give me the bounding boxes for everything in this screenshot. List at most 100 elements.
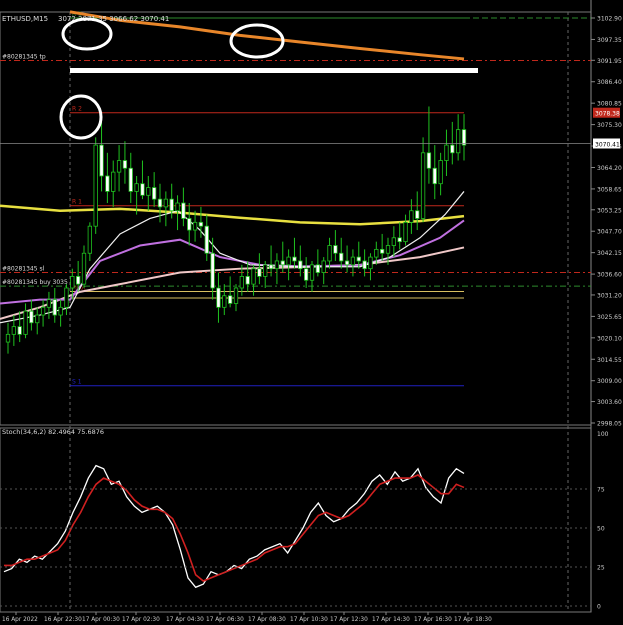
time-tick-label: 17 Apr 00:30: [82, 617, 120, 623]
osc-tick-label: 75: [597, 487, 605, 494]
candle-body: [292, 256, 297, 262]
candle-body: [70, 276, 75, 289]
candle-body: [40, 306, 46, 316]
candle-body: [438, 160, 443, 185]
oscillator-title: Stoch(34,6,2) 82.4964 75.6876: [2, 428, 104, 436]
level-label: #80281345 tp: [2, 53, 46, 60]
main-price-panel[interactable]: [0, 11, 592, 426]
candle-body: [192, 221, 198, 231]
candle-body: [23, 310, 28, 335]
price-tick-label: 3075.30: [597, 122, 622, 129]
candle-body: [140, 183, 145, 196]
candle-body: [222, 295, 227, 308]
current-price-label: 3070.41: [595, 141, 620, 148]
candle-body: [198, 221, 204, 227]
candle-body: [17, 326, 22, 335]
candle-body: [175, 202, 180, 212]
price-tick-label: 3020.10: [597, 335, 622, 342]
candle-body: [263, 264, 268, 277]
candle-body: [350, 256, 356, 266]
price-tick-label: 3064.20: [597, 165, 622, 172]
candle-body: [379, 248, 385, 254]
time-tick-label: 16 Apr 2022: [2, 617, 38, 623]
candle-body: [227, 295, 233, 304]
price-tick-label: 3025.65: [597, 314, 622, 321]
time-tick-label: 17 Apr 02:30: [122, 617, 160, 623]
candle-body: [81, 252, 87, 285]
price-tick-label: 3091.95: [597, 58, 622, 65]
candle-body: [146, 187, 151, 196]
candle-body: [210, 252, 215, 289]
candle-body: [233, 287, 239, 304]
time-tick-label: 17 Apr 10:30: [290, 617, 328, 623]
price-tick-label: 3047.70: [597, 229, 622, 236]
price-tick-label: 3031.20: [597, 292, 622, 299]
candle-body: [216, 287, 221, 308]
time-tick-label: 16 Apr 22:30: [44, 617, 82, 623]
trading-chart[interactable]: R 3R 2R 1S 1#80281345 tp#80281345 sl#802…: [0, 0, 623, 625]
price-tick-label: 3086.40: [597, 79, 622, 86]
candle-body: [403, 221, 408, 243]
candle-body: [344, 260, 350, 266]
candle-body: [315, 264, 321, 273]
level-label: R 2: [72, 106, 82, 113]
candle-body: [169, 198, 174, 212]
candle-body: [99, 144, 104, 177]
candle-body: [35, 314, 40, 324]
highlight-bar: [70, 68, 478, 73]
price-tick-label: 3036.60: [597, 272, 622, 279]
candle-body: [245, 276, 250, 285]
candle-body: [181, 202, 186, 219]
time-tick-label: 17 Apr 16:30: [414, 617, 452, 623]
time-tick-label: 17 Apr 06:30: [206, 617, 244, 623]
price-tick-label: 3058.65: [597, 186, 622, 193]
candle-body: [187, 218, 192, 231]
candle-body: [298, 260, 303, 270]
candle-body: [5, 333, 11, 343]
candle-body: [239, 276, 244, 289]
candle-body: [432, 167, 437, 185]
candle-body: [333, 245, 338, 254]
level-label: #80281345 sl: [2, 266, 45, 273]
candle-body: [151, 187, 157, 200]
symbol-label: ETHUSD,M15: [2, 15, 48, 23]
price-tick-label: 3009.00: [597, 378, 622, 385]
candle-body: [11, 326, 17, 335]
candle-body: [461, 129, 467, 146]
price-tick-label: 3080.85: [597, 101, 622, 108]
oscillator-panel[interactable]: [0, 427, 592, 613]
candle-body: [157, 198, 163, 208]
candle-body: [93, 144, 98, 227]
red-price-label: 3078.38: [595, 111, 620, 118]
candle-body: [52, 299, 57, 316]
candle-body: [415, 210, 420, 219]
candle-body: [122, 160, 128, 169]
candle-body: [385, 245, 391, 254]
osc-tick-label: 0: [597, 604, 601, 611]
candle-body: [58, 306, 63, 316]
candle-body: [257, 268, 262, 277]
price-tick-label: 2998.05: [597, 421, 622, 428]
candle-body: [356, 256, 361, 262]
candle-body: [286, 256, 291, 266]
osc-tick-label: 50: [597, 526, 605, 533]
candle-body: [450, 144, 455, 154]
candle-body: [327, 245, 332, 262]
osc-tick-label: 25: [597, 565, 605, 572]
time-tick-label: 17 Apr 08:30: [248, 617, 286, 623]
candle-body: [128, 167, 133, 192]
candle-body: [268, 264, 274, 270]
candle-body: [87, 225, 93, 254]
time-tick-label: 17 Apr 04:30: [166, 617, 204, 623]
candle-body: [29, 310, 34, 324]
candle-body: [362, 260, 367, 270]
candle-body: [309, 264, 315, 281]
candle-body: [64, 287, 69, 308]
candle-body: [105, 175, 110, 192]
time-tick-label: 17 Apr 12:30: [330, 617, 368, 623]
candle-body: [455, 129, 461, 154]
candle-body: [251, 268, 256, 285]
candle-body: [368, 256, 373, 270]
candle-body: [391, 237, 397, 246]
candle-body: [374, 248, 379, 258]
